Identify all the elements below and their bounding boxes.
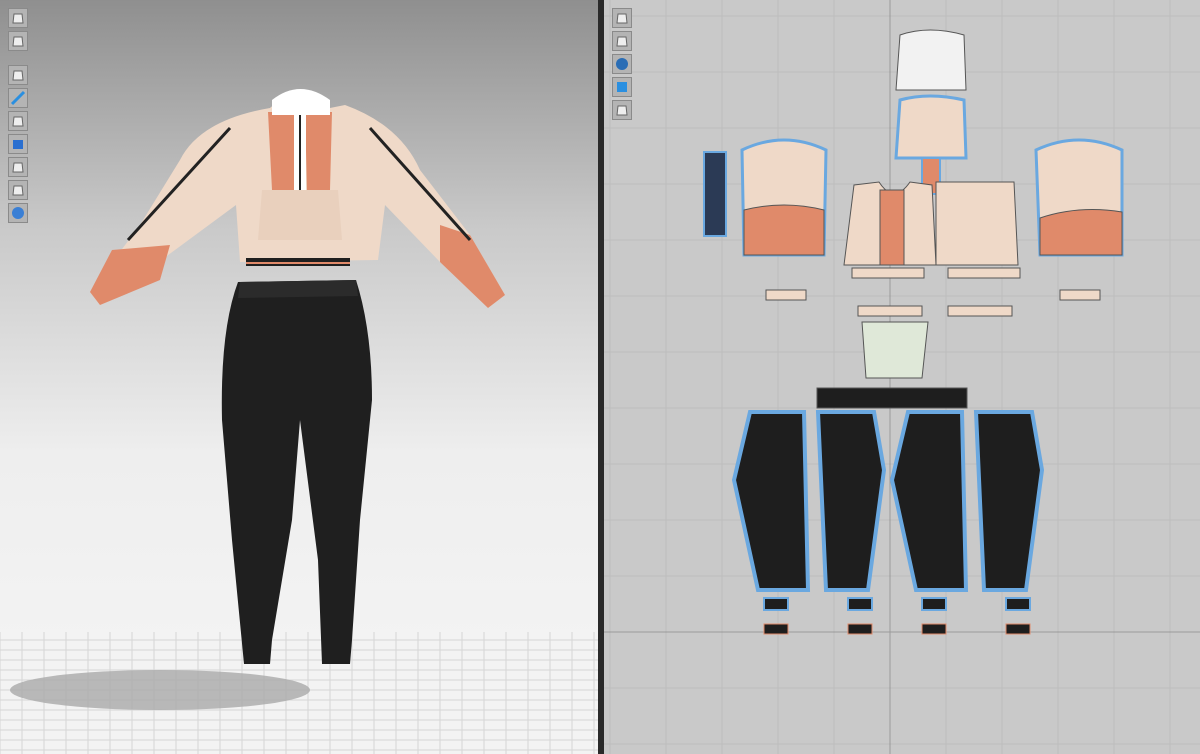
pattern-drawcord <box>703 151 727 237</box>
clo-app <box>0 0 1200 754</box>
avatar-visibility-button[interactable] <box>8 180 28 200</box>
pattern-pants-panel[interactable] <box>973 410 1045 592</box>
lock-pattern-icon <box>616 105 628 116</box>
pattern-pants-cuff-rib[interactable] <box>847 623 873 635</box>
pattern-back <box>935 181 1019 266</box>
lock-pattern-button[interactable] <box>612 100 632 120</box>
pattern-hood-lining <box>894 94 968 160</box>
pattern-pants-cuff[interactable] <box>847 597 873 611</box>
3d-scene <box>0 89 598 754</box>
pattern-pants-cuff[interactable] <box>921 597 947 611</box>
pattern-pants-panel[interactable] <box>815 410 887 592</box>
show-avatar-button[interactable] <box>8 111 28 131</box>
pattern-pants-cuff-rib[interactable] <box>921 623 947 635</box>
pattern-sleeve-right-cuff <box>1039 209 1123 256</box>
show-texture-icon <box>10 90 26 106</box>
info-icon <box>616 58 628 70</box>
pants-patterns[interactable] <box>731 410 1045 635</box>
pattern-pants-cuff[interactable] <box>1005 597 1031 611</box>
3d-toolbar <box>8 8 28 223</box>
pattern-pants-cuff-rib[interactable] <box>1005 623 1031 635</box>
garment-icon <box>12 36 24 47</box>
2d-pattern-canvas <box>604 0 1200 754</box>
show-garment-icon <box>12 70 24 81</box>
environment-icon <box>12 207 24 219</box>
pattern-cuff-right <box>1059 289 1101 301</box>
shading-icon <box>12 162 24 173</box>
pattern-band-back <box>947 305 1013 317</box>
pants-3d <box>221 280 372 664</box>
texture-2d-icon <box>617 82 627 92</box>
simulation-button[interactable] <box>8 8 28 28</box>
shading-button[interactable] <box>8 157 28 177</box>
pattern-pants-panel[interactable] <box>889 410 969 592</box>
simulation-icon <box>12 13 24 24</box>
avatar-shadow <box>10 670 310 710</box>
texture-2d-button[interactable] <box>612 77 632 97</box>
avatar-visibility-icon <box>12 185 24 196</box>
hoodie-3d <box>90 89 505 308</box>
pattern-pants-panel[interactable] <box>731 410 811 592</box>
garment-button[interactable] <box>8 31 28 51</box>
pattern-band-front <box>857 305 923 317</box>
render-mode-icon <box>13 140 23 149</box>
show-seam-button[interactable] <box>612 8 632 28</box>
show-seam-icon <box>616 13 628 24</box>
show-pattern-icon <box>616 36 628 47</box>
2d-toolbar <box>612 8 632 120</box>
hoodie-patterns[interactable] <box>703 29 1124 379</box>
3d-viewport[interactable] <box>0 0 598 754</box>
show-pattern-button[interactable] <box>612 31 632 51</box>
pattern-waistband[interactable] <box>816 387 968 409</box>
pattern-pants-cuff-rib[interactable] <box>763 623 789 635</box>
pattern-cuff-left <box>765 289 807 301</box>
pattern-hem-front <box>851 267 925 279</box>
pattern-hood <box>895 29 967 91</box>
pattern-pocket <box>861 321 929 379</box>
pattern-hem-back <box>947 267 1021 279</box>
pattern-pants-cuff[interactable] <box>763 597 789 611</box>
environment-button[interactable] <box>8 203 28 223</box>
info-button[interactable] <box>612 54 632 74</box>
show-avatar-icon <box>12 116 24 127</box>
2d-pattern-window[interactable] <box>604 0 1200 754</box>
pattern-sleeve-left-cuff <box>743 204 825 256</box>
show-garment-button[interactable] <box>8 65 28 85</box>
render-mode-button[interactable] <box>8 134 28 154</box>
show-texture-button[interactable] <box>8 88 28 108</box>
